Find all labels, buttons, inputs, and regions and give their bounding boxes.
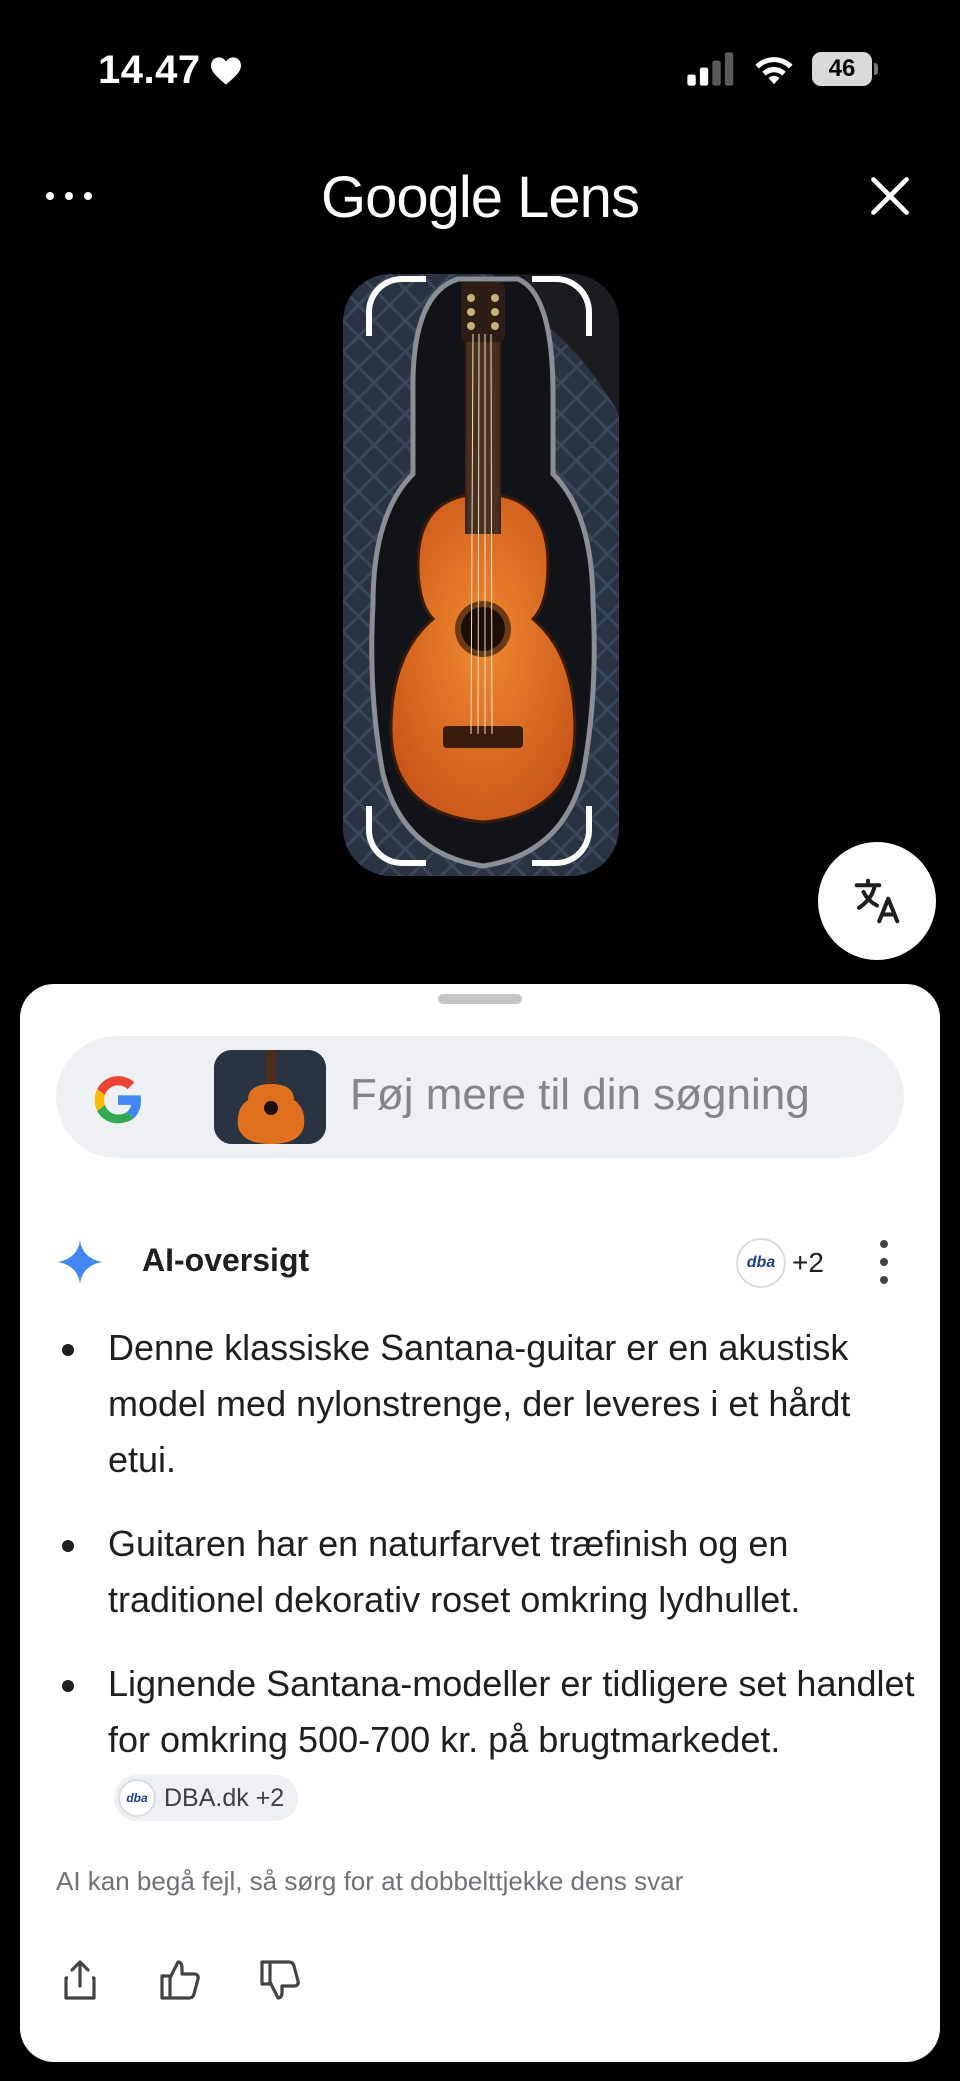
ai-overview-title: AI-oversigt bbox=[142, 1242, 310, 1278]
list-item: Lignende Santana-modeller er tidligere s… bbox=[56, 1656, 926, 1824]
translate-button[interactable] bbox=[818, 842, 936, 960]
bullet-text: Denne klassiske Santana-guitar er en aku… bbox=[108, 1327, 851, 1480]
dba-logo-icon: dba bbox=[736, 1238, 786, 1288]
battery-level: 46 bbox=[828, 55, 856, 82]
bullet-text: Guitaren har en naturfarvet træfinish og… bbox=[108, 1523, 801, 1620]
source-count: +2 bbox=[792, 1247, 824, 1278]
sparkle-icon bbox=[58, 1240, 102, 1284]
signal-icon bbox=[687, 52, 734, 86]
search-input[interactable]: Føj mere til din søgning bbox=[350, 1070, 810, 1120]
thumbs-down-icon[interactable] bbox=[256, 1956, 304, 2004]
dba-logo-icon: dba bbox=[118, 1779, 156, 1818]
captured-image[interactable] bbox=[343, 274, 619, 876]
source-link-chip[interactable]: dba DBA.dk +2 bbox=[114, 1775, 299, 1822]
overflow-menu-button[interactable] bbox=[874, 1240, 894, 1284]
wifi-icon bbox=[755, 57, 793, 85]
search-thumbnail[interactable] bbox=[214, 1050, 326, 1144]
app-title: Google Lens bbox=[321, 165, 640, 230]
sources-chip[interactable]: dba +2 bbox=[736, 1238, 824, 1288]
ai-overview-header: AI-oversigt dba +2 bbox=[56, 1232, 904, 1292]
drag-handle[interactable] bbox=[438, 994, 522, 1004]
status-bar: 14.47 46 bbox=[0, 0, 960, 140]
ai-disclaimer: AI kan begå fejl, så sørg for at dobbelt… bbox=[56, 1866, 684, 1896]
list-item: Denne klassiske Santana-guitar er en aku… bbox=[56, 1320, 926, 1488]
ai-overview-bullets: Denne klassiske Santana-guitar er en aku… bbox=[56, 1320, 926, 1852]
close-icon[interactable] bbox=[868, 174, 912, 218]
source-link-label: DBA.dk +2 bbox=[164, 1784, 285, 1813]
status-icons: 46 bbox=[686, 52, 878, 86]
google-g-icon bbox=[94, 1076, 141, 1124]
bullet-text: Lignende Santana-modeller er tidligere s… bbox=[108, 1663, 915, 1760]
app-header: Google Lens bbox=[0, 160, 960, 232]
results-sheet: Føj mere til din søgning AI-oversigt dba… bbox=[20, 984, 940, 2062]
list-item: Guitaren har en naturfarvet træfinish og… bbox=[56, 1516, 926, 1628]
heart-icon bbox=[210, 56, 241, 85]
thumbs-up-icon[interactable] bbox=[156, 1956, 204, 2004]
feedback-actions bbox=[56, 1950, 304, 2010]
time-group: 14.47 bbox=[98, 48, 243, 93]
share-icon[interactable] bbox=[56, 1956, 104, 2004]
translate-icon bbox=[854, 878, 900, 924]
search-bar[interactable]: Føj mere til din søgning bbox=[56, 1036, 904, 1158]
clock-time: 14.47 bbox=[98, 48, 201, 92]
battery-icon: 46 bbox=[812, 52, 878, 86]
guitar-in-case-photo bbox=[343, 274, 619, 876]
